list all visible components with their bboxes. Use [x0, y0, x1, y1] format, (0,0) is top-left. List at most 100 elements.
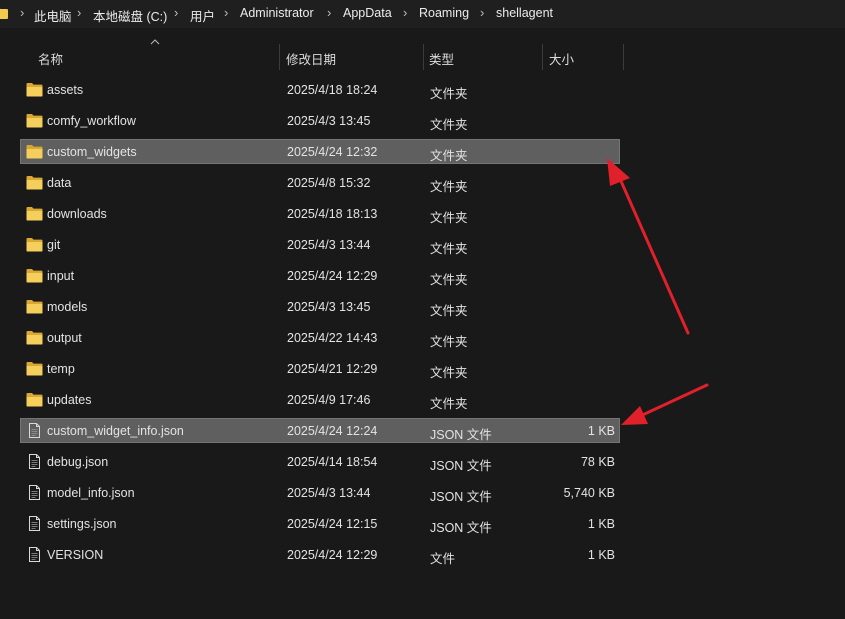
- file-date: 2025/4/24 12:32: [287, 145, 378, 159]
- file-name: model_info.json: [47, 486, 135, 500]
- file-date: 2025/4/18 18:13: [287, 207, 378, 221]
- file-name: input: [47, 269, 75, 283]
- file-date: 2025/4/24 12:15: [287, 517, 378, 531]
- folder-icon: [26, 300, 43, 314]
- folder-icon: [26, 269, 43, 283]
- folder-row[interactable]: output 2025/4/22 14:43 文件夹: [20, 325, 620, 350]
- file-size: 78 KB: [580, 455, 615, 469]
- file-size: 1 KB: [587, 548, 615, 562]
- column-header-date[interactable]: 修改日期: [286, 49, 336, 68]
- file-type: 文件夹: [430, 211, 468, 225]
- folder-row[interactable]: models 2025/4/3 13:45 文件夹: [20, 294, 620, 319]
- folder-row[interactable]: comfy_workflow 2025/4/3 13:45 文件夹: [20, 108, 620, 133]
- folder-row[interactable]: temp 2025/4/21 12:29 文件夹: [20, 356, 620, 381]
- file-icon: [29, 454, 40, 469]
- folder-row[interactable]: custom_widgets 2025/4/24 12:32 文件夹: [20, 139, 620, 164]
- column-divider[interactable]: [279, 44, 280, 70]
- breadcrumb-chevron-icon[interactable]: ›: [224, 5, 228, 20]
- folder-icon: [26, 145, 43, 159]
- file-date: 2025/4/21 12:29: [287, 362, 378, 376]
- breadcrumb-chevron-icon[interactable]: ›: [403, 5, 407, 20]
- file-name: updates: [47, 393, 92, 407]
- folder-icon: [26, 331, 43, 345]
- file-date: 2025/4/24 12:24: [287, 424, 378, 438]
- file-date: 2025/4/9 17:46: [287, 393, 371, 407]
- file-name: downloads: [47, 207, 107, 221]
- file-date: 2025/4/8 15:32: [287, 176, 371, 190]
- column-header: 名称 修改日期 类型 大小: [20, 36, 630, 70]
- folder-icon: [26, 207, 43, 221]
- folder-icon: [26, 393, 43, 407]
- file-type: 文件夹: [430, 118, 468, 132]
- column-divider[interactable]: [423, 44, 424, 70]
- file-date: 2025/4/14 18:54: [287, 455, 378, 469]
- folder-icon: [26, 114, 43, 128]
- file-type: 文件夹: [430, 149, 468, 163]
- breadcrumb-chevron-icon[interactable]: ›: [77, 5, 81, 20]
- file-date: 2025/4/22 14:43: [287, 331, 378, 345]
- breadcrumb-item[interactable]: shellagent: [496, 6, 553, 20]
- file-type: 文件夹: [430, 87, 468, 101]
- file-icon: [29, 516, 40, 531]
- file-row[interactable]: VERSION 2025/4/24 12:29 文件 1 KB: [20, 542, 620, 567]
- column-header-type[interactable]: 类型: [429, 49, 454, 68]
- folder-icon: [26, 83, 43, 97]
- file-date: 2025/4/18 18:24: [287, 83, 378, 97]
- folder-row[interactable]: downloads 2025/4/18 18:13 文件夹: [20, 201, 620, 226]
- file-row[interactable]: settings.json 2025/4/24 12:15 JSON 文件 1 KB: [20, 511, 620, 536]
- file-type: JSON 文件: [430, 459, 492, 473]
- file-name: output: [47, 331, 82, 345]
- file-icon: [29, 423, 40, 438]
- file-date: 2025/4/24 12:29: [287, 269, 378, 283]
- folder-icon[interactable]: [0, 7, 8, 19]
- breadcrumb-item[interactable]: 此电脑: [34, 6, 72, 25]
- folder-row[interactable]: updates 2025/4/9 17:46 文件夹: [20, 387, 620, 412]
- column-header-name[interactable]: 名称: [38, 49, 63, 68]
- folder-row[interactable]: assets 2025/4/18 18:24 文件夹: [20, 77, 620, 102]
- file-name: git: [47, 238, 61, 252]
- file-type: 文件夹: [430, 180, 468, 194]
- breadcrumb-chevron-icon[interactable]: ›: [174, 5, 178, 20]
- file-name: custom_widget_info.json: [47, 424, 184, 438]
- folder-row[interactable]: git 2025/4/3 13:44 文件夹: [20, 232, 620, 257]
- breadcrumb-item[interactable]: Roaming: [419, 6, 469, 20]
- breadcrumb-item[interactable]: AppData: [343, 6, 392, 20]
- file-name: debug.json: [47, 455, 109, 469]
- column-divider[interactable]: [542, 44, 543, 70]
- file-name: settings.json: [47, 517, 117, 531]
- file-row[interactable]: model_info.json 2025/4/3 13:44 JSON 文件 5,74…: [20, 480, 620, 505]
- folder-row[interactable]: data 2025/4/8 15:32 文件夹: [20, 170, 620, 195]
- sort-ascending-icon[interactable]: [150, 39, 160, 45]
- file-date: 2025/4/3 13:44: [287, 238, 371, 252]
- column-header-size[interactable]: 大小: [549, 49, 574, 68]
- file-name: assets: [47, 83, 84, 97]
- column-divider[interactable]: [623, 44, 624, 70]
- file-size: 1 KB: [587, 424, 615, 438]
- file-type: 文件夹: [430, 242, 468, 256]
- folder-row[interactable]: input 2025/4/24 12:29 文件夹: [20, 263, 620, 288]
- file-type: JSON 文件: [430, 521, 492, 535]
- file-date: 2025/4/3 13:45: [287, 300, 371, 314]
- file-row[interactable]: debug.json 2025/4/14 18:54 JSON 文件 78 KB: [20, 449, 620, 474]
- file-name: models: [47, 300, 88, 314]
- file-name: comfy_workflow: [47, 114, 136, 128]
- file-type: 文件夹: [430, 397, 468, 411]
- breadcrumb-chevron-icon[interactable]: ›: [20, 5, 24, 20]
- file-row[interactable]: custom_widget_info.json 2025/4/24 12:24 JS…: [20, 418, 620, 443]
- file-icon: [29, 547, 40, 562]
- file-name: data: [47, 176, 72, 190]
- breadcrumb-item[interactable]: 用户: [190, 6, 215, 25]
- file-name: temp: [47, 362, 75, 376]
- file-date: 2025/4/3 13:45: [287, 114, 371, 128]
- folder-icon: [26, 238, 43, 252]
- file-size: 1 KB: [587, 517, 615, 531]
- breadcrumb-item[interactable]: 本地磁盘 (C:): [93, 6, 167, 25]
- breadcrumb-chevron-icon[interactable]: ›: [480, 5, 484, 20]
- file-type: JSON 文件: [430, 428, 492, 442]
- file-type: 文件夹: [430, 304, 468, 318]
- file-type: 文件夹: [430, 366, 468, 380]
- file-type: 文件: [430, 552, 456, 566]
- breadcrumb-item[interactable]: Administrator: [240, 6, 314, 20]
- file-size: 5,740 KB: [563, 486, 615, 500]
- breadcrumb-chevron-icon[interactable]: ›: [327, 5, 331, 20]
